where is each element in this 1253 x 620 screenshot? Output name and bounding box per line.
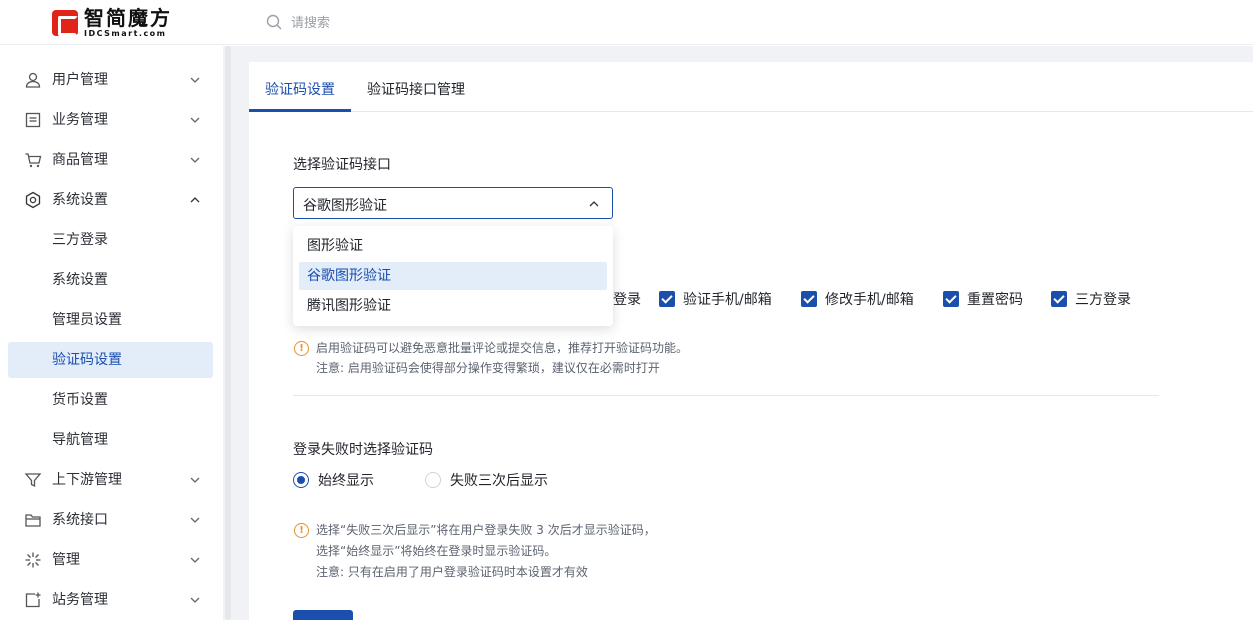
chevron-down-icon [190,597,200,603]
chevron-down-icon [190,477,200,483]
user-icon [25,72,41,88]
sidebar-item-label: 站务管理 [52,592,108,608]
search-icon [266,14,282,29]
sidebar-item-upstream-downstream[interactable]: 上下游管理 [8,462,213,498]
radio-label: 始终显示 [318,473,374,489]
checkbox-label: 修改手机/邮箱 [825,292,914,308]
search-box[interactable]: 请搜索 [266,12,330,31]
radio-show-after-three-failures[interactable]: 失败三次后显示 [425,470,548,490]
filter-icon [24,473,42,488]
captcha-interface-select[interactable]: 谷歌图形验证 [293,187,613,219]
folder-icon [25,514,41,527]
section-divider [293,395,1159,396]
settings-card: 验证码设置 验证码接口管理 选择验证码接口 谷歌图形验证 图形验证 谷歌图形验证… [249,62,1253,620]
sidebar-scrollbar[interactable] [223,46,233,620]
hint-line: 选择“始终显示”将始终在登录时显示验证码。 [316,544,557,558]
checkbox-login-label-partial[interactable]: 登录 [613,289,641,309]
login-fail-label: 登录失败时选择验证码 [293,442,433,458]
chevron-down-icon [190,77,200,83]
radio-selected-icon[interactable] [293,472,309,488]
select-value: 谷歌图形验证 [303,198,387,214]
save-button[interactable] [293,610,353,620]
top-bar: 智简魔方 IDCSmart.com 请搜索 [0,0,1253,45]
captcha-interface-dropdown: 图形验证 谷歌图形验证 腾讯图形验证 [293,226,613,326]
search-placeholder: 请搜索 [291,16,331,31]
login-fail-hint: 选择“失败三次后显示”将在用户登录失败 3 次后才显示验证码， 选择“始终显示”… [316,520,656,583]
warning-icon: ! [294,523,309,538]
chevron-up-icon [589,201,599,207]
sidebar-item-system-interface[interactable]: 系统接口 [8,502,213,538]
checkbox-modify-phone-email[interactable]: 修改手机/邮箱 [801,289,914,309]
sidebar-item-label: 系统接口 [52,512,108,528]
cart-icon [25,153,42,168]
checkbox-checked-icon[interactable] [801,291,817,307]
sidebar-subitem-label: 系统设置 [52,272,108,288]
sidebar-item-label: 用户管理 [52,72,108,88]
dropdown-option-graphic-captcha[interactable]: 图形验证 [299,232,607,260]
captcha-hint: 启用验证码可以避免恶意批量评论或提交信息，推荐打开验证码功能。 注意: 启用验证… [316,338,688,378]
checkbox-reset-password[interactable]: 重置密码 [943,289,1023,309]
checkbox-third-party-login[interactable]: 三方登录 [1051,289,1131,309]
chevron-down-icon [190,517,200,523]
sidebar-item-product-management[interactable]: 商品管理 [8,142,213,178]
captcha-interface-label: 选择验证码接口 [293,157,391,173]
sidebar-item-business-management[interactable]: 业务管理 [8,102,213,138]
logo-mark-icon [52,10,78,36]
sidebar-subitem-admin-settings[interactable]: 管理员设置 [8,302,213,338]
sidebar-item-label: 管理 [52,552,80,568]
sidebar-subitem-third-party-login[interactable]: 三方登录 [8,222,213,258]
brand-name: 智简魔方 [84,6,172,30]
checkbox-checked-icon[interactable] [659,291,675,307]
sidebar-subitem-label: 导航管理 [52,432,108,448]
sparkle-icon [25,552,41,568]
radio-label: 失败三次后显示 [450,473,548,489]
sidebar-item-label: 系统设置 [52,192,108,208]
site-icon [25,592,41,608]
settings-icon [25,191,41,209]
brand-logo[interactable]: 智简魔方 IDCSmart.com [52,8,172,38]
sidebar: 用户管理 业务管理 商品管理 系统设置 三方登录 系统设置 管理员设置 验证码设… [0,46,222,620]
active-tab-indicator [249,109,351,112]
sidebar-subitem-label: 三方登录 [52,232,108,248]
tab-captcha-interface-management[interactable]: 验证码接口管理 [367,79,465,99]
scrollbar-thumb[interactable] [225,46,231,620]
brand-domain: IDCSmart.com [84,29,167,38]
dropdown-option-tencent-captcha[interactable]: 腾讯图形验证 [299,292,607,320]
hint-line: 启用验证码可以避免恶意批量评论或提交信息，推荐打开验证码功能。 [316,341,689,355]
checkbox-label: 三方登录 [1075,292,1131,308]
chevron-down-icon [190,157,200,163]
dropdown-option-google-captcha[interactable]: 谷歌图形验证 [299,262,607,290]
chevron-down-icon [190,117,200,123]
checkbox-label: 验证手机/邮箱 [683,292,772,308]
sidebar-item-label: 上下游管理 [52,472,122,488]
sidebar-item-site-management[interactable]: 站务管理 [8,582,213,618]
sidebar-subitem-label: 货币设置 [52,392,108,408]
radio-always-show[interactable]: 始终显示 [293,470,374,490]
checkbox-verify-phone-email[interactable]: 验证手机/邮箱 [659,289,772,309]
hint-line: 注意: 启用验证码会使得部分操作变得繁琐，建议仅在必需时打开 [316,361,660,375]
sidebar-subitem-label: 验证码设置 [52,352,122,368]
sidebar-item-label: 商品管理 [52,152,108,168]
sidebar-subitem-label: 管理员设置 [52,312,122,328]
checkbox-label: 重置密码 [967,292,1023,308]
hint-line: 选择“失败三次后显示”将在用户登录失败 3 次后才显示验证码， [316,523,656,537]
tab-captcha-settings[interactable]: 验证码设置 [265,79,335,99]
hint-line: 注意: 只有在启用了用户登录验证码时本设置才有效 [316,565,588,579]
tab-bar: 验证码设置 验证码接口管理 [249,62,1253,112]
document-icon [25,112,41,128]
sidebar-item-user-management[interactable]: 用户管理 [8,62,213,98]
sidebar-item-system-settings[interactable]: 系统设置 [8,182,213,218]
checkbox-checked-icon[interactable] [943,291,959,307]
chevron-down-icon [190,557,200,563]
sidebar-subitem-navigation-management[interactable]: 导航管理 [8,422,213,458]
warning-icon: ! [294,341,309,356]
chevron-up-icon [190,197,200,203]
sidebar-subitem-system-settings[interactable]: 系统设置 [8,262,213,298]
sidebar-item-management[interactable]: 管理 [8,542,213,578]
checkbox-checked-icon[interactable] [1051,291,1067,307]
sidebar-item-label: 业务管理 [52,112,108,128]
sidebar-subitem-currency-settings[interactable]: 货币设置 [8,382,213,418]
sidebar-subitem-captcha-settings[interactable]: 验证码设置 [8,342,213,378]
radio-unselected-icon[interactable] [425,472,441,488]
